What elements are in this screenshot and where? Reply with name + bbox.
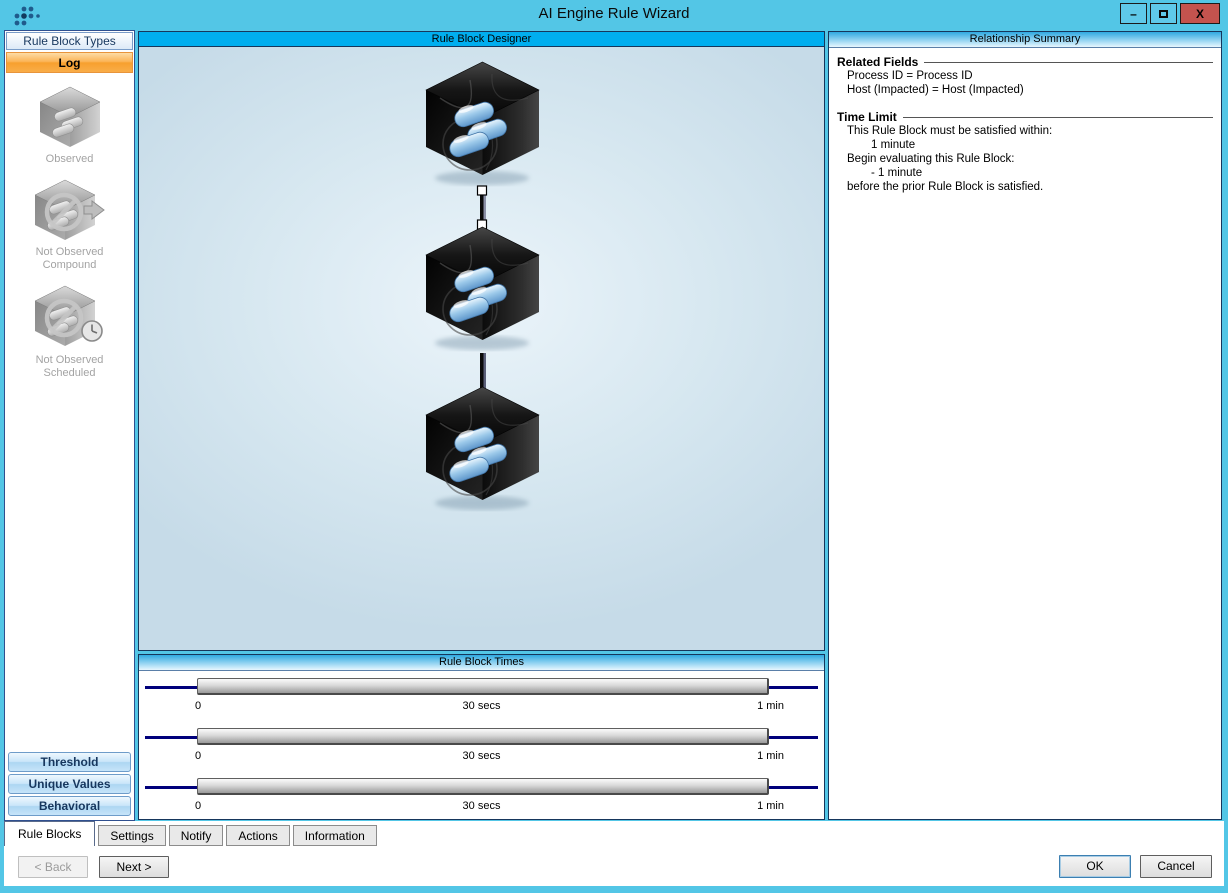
- ok-button[interactable]: OK: [1059, 855, 1131, 878]
- rule-block-designer-header: Rule Block Designer: [138, 31, 825, 47]
- window-title: AI Engine Rule Wizard: [0, 0, 1228, 28]
- time-limit-line: 1 minute: [837, 139, 1213, 152]
- rule-block-times-panel: Rule Block Times 0 30 secs 1 min 0 30 se…: [138, 654, 825, 820]
- slider-max-label: 1 min: [757, 700, 784, 712]
- tab-notify[interactable]: Notify: [169, 825, 224, 846]
- tab-settings[interactable]: Settings: [98, 825, 165, 846]
- rule-block-times-header: Rule Block Times: [139, 655, 824, 671]
- maximize-icon: [1159, 10, 1168, 18]
- connector-2[interactable]: [480, 353, 486, 389]
- rule-block-designer-canvas[interactable]: [138, 47, 825, 651]
- rule-type-label: Not Observed: [5, 354, 134, 367]
- slider-range-bar[interactable]: [197, 678, 769, 695]
- time-limit-line: before the prior Rule Block is satisfied…: [837, 181, 1213, 194]
- threshold-type-button[interactable]: Threshold: [8, 752, 131, 772]
- rule-type-observed[interactable]: Observed: [5, 85, 134, 166]
- relationship-summary-header: Relationship Summary: [829, 32, 1221, 48]
- tab-rule-blocks[interactable]: Rule Blocks: [4, 821, 95, 846]
- rule-type-label: Observed: [5, 153, 134, 166]
- close-button[interactable]: X: [1180, 3, 1220, 24]
- cancel-button[interactable]: Cancel: [1140, 855, 1212, 878]
- related-field-line: Host (Impacted) = Host (Impacted): [837, 84, 1213, 97]
- time-limit-line: Begin evaluating this Rule Block:: [837, 153, 1213, 166]
- relationship-summary-panel: Relationship Summary Related Fields Proc…: [828, 31, 1222, 820]
- not-observed-compound-icon: [32, 178, 108, 242]
- section-rule: [924, 62, 1213, 63]
- back-button[interactable]: < Back: [18, 856, 88, 878]
- minimize-button[interactable]: –: [1120, 3, 1147, 24]
- time-limit-line: - 1 minute: [837, 167, 1213, 180]
- rule-type-label: Scheduled: [5, 367, 134, 380]
- rule-block-1-cube-icon[interactable]: [426, 62, 539, 185]
- slider-mid-label: 30 secs: [139, 800, 824, 812]
- unique-values-type-button[interactable]: Unique Values: [8, 774, 131, 794]
- log-type-button[interactable]: Log: [6, 52, 133, 73]
- rule-block-time-slider-1: 0 30 secs 1 min: [139, 671, 824, 721]
- rule-block-time-slider-2: 0 30 secs 1 min: [139, 721, 824, 771]
- slider-mid-label: 30 secs: [139, 750, 824, 762]
- connector-handle-icon[interactable]: [478, 186, 487, 195]
- slider-range-bar[interactable]: [197, 728, 769, 745]
- rule-type-not-observed-scheduled[interactable]: Not Observed Scheduled: [5, 284, 134, 380]
- rule-block-types-panel: Rule Block Types Log Observed Not Observ…: [4, 30, 135, 821]
- maximize-button[interactable]: [1150, 3, 1177, 24]
- connector-1-selected[interactable]: [478, 186, 487, 230]
- rule-block-types-header: Rule Block Types: [6, 32, 133, 50]
- slider-mid-label: 30 secs: [139, 700, 824, 712]
- related-fields-title: Related Fields: [837, 55, 918, 69]
- next-button[interactable]: Next >: [99, 856, 169, 878]
- observed-cube-icon: [37, 85, 103, 149]
- related-field-line: Process ID = Process ID: [837, 70, 1213, 83]
- not-observed-scheduled-icon: [32, 284, 108, 350]
- section-rule: [903, 117, 1213, 118]
- wizard-tabs: Rule Blocks Settings Notify Actions Info…: [4, 821, 377, 846]
- rule-block-time-slider-3: 0 30 secs 1 min: [139, 771, 824, 821]
- rule-type-label: Compound: [5, 259, 134, 272]
- titlebar: AI Engine Rule Wizard – X: [0, 0, 1228, 28]
- behavioral-type-button[interactable]: Behavioral: [8, 796, 131, 816]
- rule-block-3-cube-icon[interactable]: [426, 387, 539, 510]
- minimize-icon: –: [1130, 7, 1137, 21]
- tab-information[interactable]: Information: [293, 825, 377, 846]
- tab-actions[interactable]: Actions: [226, 825, 289, 846]
- close-icon: X: [1196, 7, 1204, 21]
- slider-max-label: 1 min: [757, 800, 784, 812]
- rule-type-label: Not Observed: [5, 246, 134, 259]
- rule-type-not-observed-compound[interactable]: Not Observed Compound: [5, 178, 134, 272]
- slider-max-label: 1 min: [757, 750, 784, 762]
- time-limit-title: Time Limit: [837, 110, 897, 124]
- time-limit-line: This Rule Block must be satisfied within…: [837, 125, 1213, 138]
- rule-block-2-cube-icon[interactable]: [426, 227, 539, 350]
- slider-range-bar[interactable]: [197, 778, 769, 795]
